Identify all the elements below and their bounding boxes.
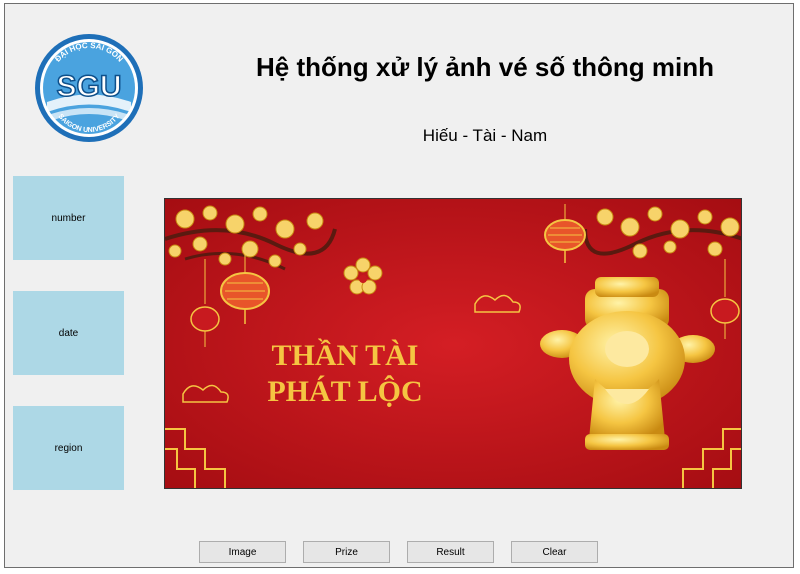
prize-button[interactable]: Prize	[303, 541, 390, 563]
number-label: number	[51, 212, 86, 224]
authors-subtitle: Hiếu - Tài - Nam	[422, 126, 548, 145]
date-label: date	[58, 327, 79, 339]
date-field: date	[13, 291, 124, 375]
logo-abbr: SGU	[56, 70, 121, 103]
ticket-image-display: THẦN TÀI PHÁT LỘC	[164, 198, 742, 489]
than-tai-banner: THẦN TÀI PHÁT LỘC	[165, 199, 741, 488]
banner-line-1: THẦN TÀI	[272, 338, 419, 372]
clear-button[interactable]: Clear	[511, 541, 598, 563]
region-field: region	[13, 406, 124, 490]
banner-line-2: PHÁT LỘC	[267, 375, 422, 408]
app-window: ĐẠI HỌC SÀI GÒN SGU SAIGON UNIVERSITY Hệ…	[4, 3, 794, 568]
page-title: Hệ thống xử lý ảnh vé số thông minh	[256, 52, 714, 82]
number-field: number	[13, 176, 124, 260]
region-label: region	[54, 442, 83, 454]
image-button[interactable]: Image	[199, 541, 286, 563]
result-button[interactable]: Result	[407, 541, 494, 563]
university-logo: ĐẠI HỌC SÀI GÒN SGU SAIGON UNIVERSITY	[35, 34, 143, 142]
